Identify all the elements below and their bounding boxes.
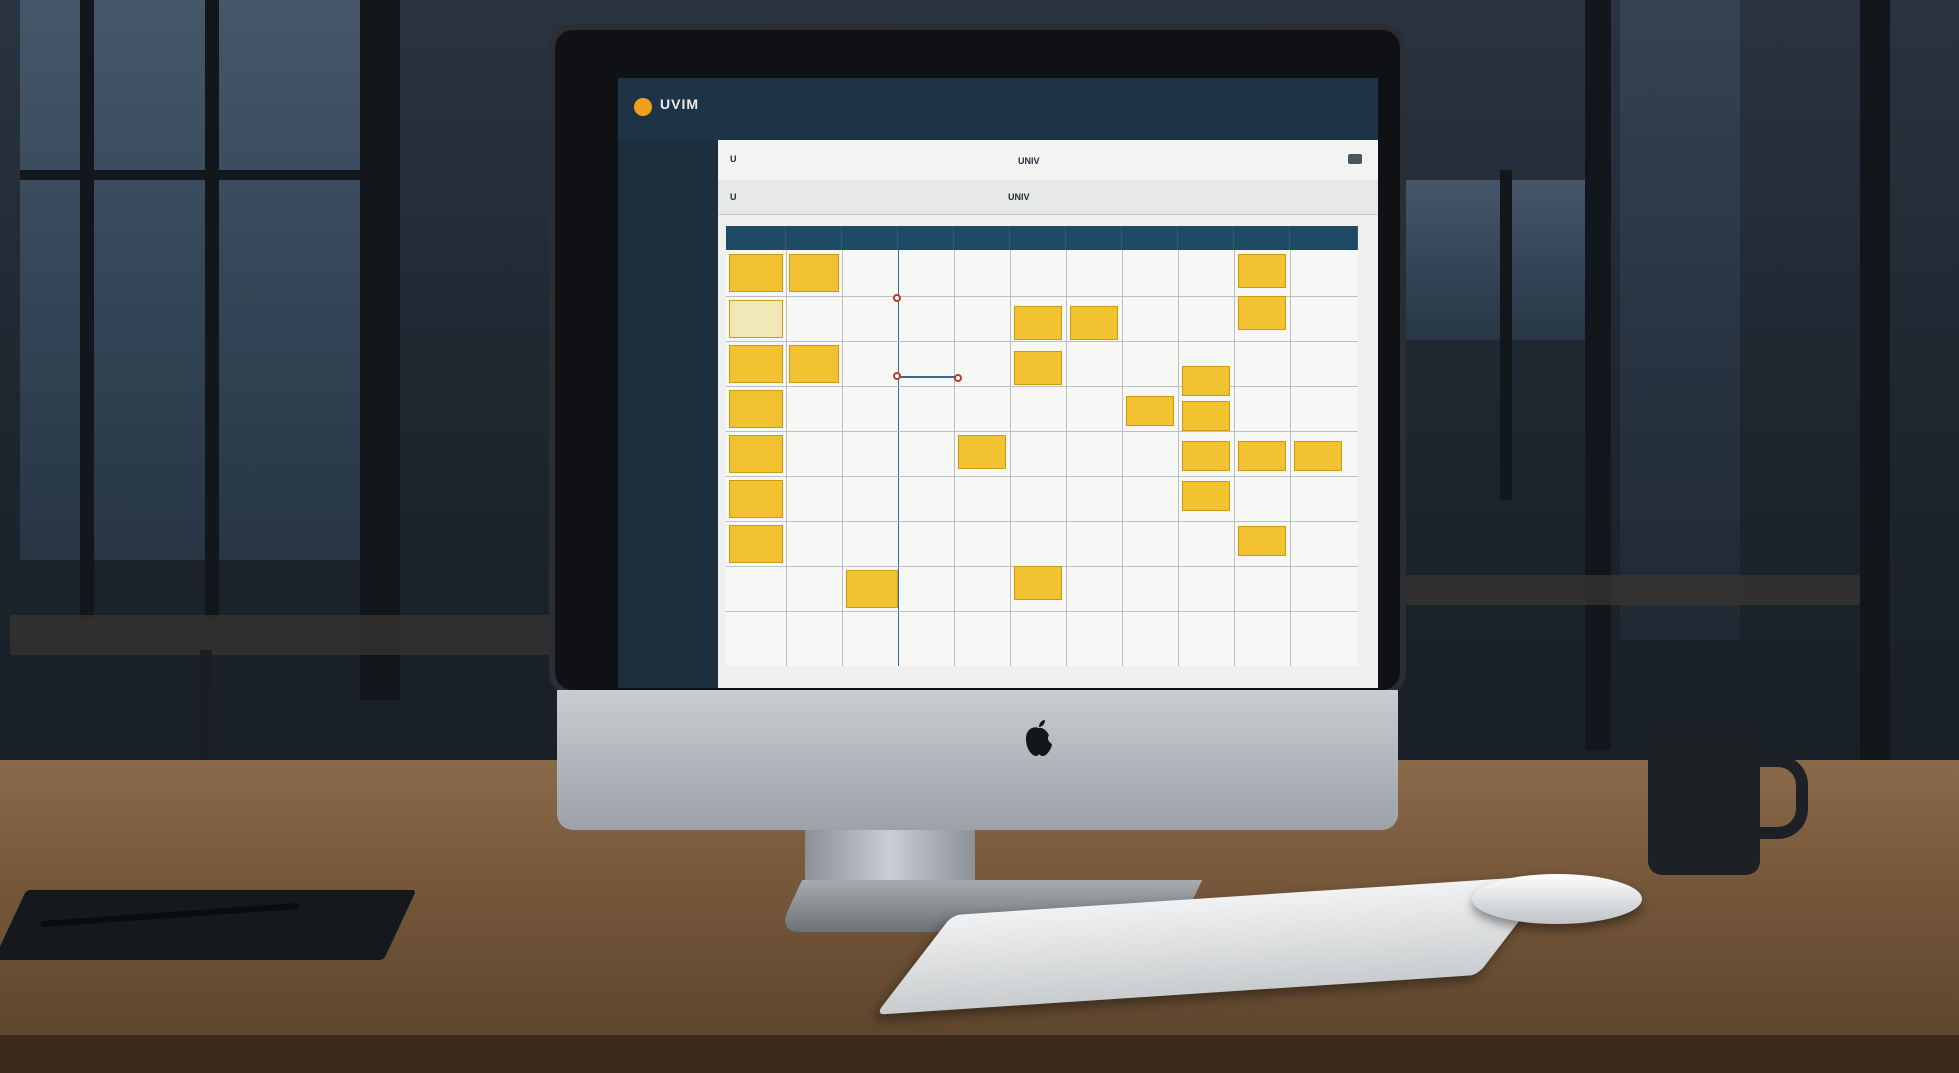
coffee-mug xyxy=(1648,730,1760,875)
day-header xyxy=(1178,226,1234,250)
background-window xyxy=(1395,180,1585,340)
event-card[interactable] xyxy=(1014,351,1062,385)
event-card[interactable] xyxy=(1294,441,1342,471)
dependency-handle[interactable] xyxy=(893,372,901,380)
event-card[interactable] xyxy=(1238,441,1286,471)
event-card[interactable] xyxy=(846,570,898,608)
app-header: UVIM xyxy=(618,78,1378,140)
dependency-line xyxy=(898,376,958,378)
toolbar: U UNIV xyxy=(718,140,1378,181)
event-card[interactable] xyxy=(729,300,783,338)
event-card[interactable] xyxy=(1238,526,1286,556)
grid-line xyxy=(1290,250,1291,666)
monitor-screen: UVIM U UNIV U UNIV xyxy=(618,78,1378,688)
desk-edge xyxy=(0,1035,1959,1073)
day-header xyxy=(954,226,1010,250)
background-window xyxy=(1620,0,1740,640)
grid-line xyxy=(726,386,1358,387)
window-frame xyxy=(1500,170,1512,500)
grid-line xyxy=(898,250,899,666)
grid-line xyxy=(954,250,955,666)
event-card[interactable] xyxy=(1126,396,1174,426)
event-card[interactable] xyxy=(789,345,839,383)
grid-line xyxy=(726,611,1358,612)
event-card[interactable] xyxy=(1182,441,1230,471)
event-card[interactable] xyxy=(958,435,1006,469)
event-card[interactable] xyxy=(729,435,783,473)
dependency-handle[interactable] xyxy=(954,374,962,382)
event-card[interactable] xyxy=(729,525,783,563)
event-card[interactable] xyxy=(729,345,783,383)
window-frame xyxy=(360,0,400,700)
day-header xyxy=(726,226,786,250)
grid-line xyxy=(1122,250,1123,666)
calendar-grid xyxy=(726,226,1358,666)
event-card[interactable] xyxy=(1182,401,1230,431)
grid-line xyxy=(842,250,843,666)
event-card[interactable] xyxy=(1014,566,1062,600)
grid-line xyxy=(726,431,1358,432)
day-header xyxy=(842,226,898,250)
event-card[interactable] xyxy=(789,254,839,292)
event-card[interactable] xyxy=(1182,481,1230,511)
monitor-chin xyxy=(557,690,1398,830)
grid-line xyxy=(1178,250,1179,666)
grid-line xyxy=(1234,250,1235,666)
window-frame xyxy=(80,0,94,620)
background-window xyxy=(20,0,360,560)
grid-line xyxy=(726,341,1358,342)
day-header xyxy=(1290,226,1358,250)
window-frame xyxy=(1585,0,1611,750)
event-card[interactable] xyxy=(1014,306,1062,340)
calendar-header-bar: U UNIV xyxy=(718,180,1378,215)
window-control-icon[interactable] xyxy=(1348,154,1362,164)
event-card[interactable] xyxy=(1238,296,1286,330)
grid-line xyxy=(726,476,1358,477)
background-desk xyxy=(1400,575,1860,605)
office-scene: UVIM U UNIV U UNIV xyxy=(0,0,1959,1073)
day-header xyxy=(1122,226,1178,250)
grid-line xyxy=(786,250,787,666)
dependency-handle[interactable] xyxy=(893,294,901,302)
event-card[interactable] xyxy=(729,480,783,518)
day-header xyxy=(898,226,954,250)
mouse xyxy=(1472,874,1642,924)
day-header xyxy=(1234,226,1290,250)
window-frame xyxy=(205,0,219,620)
event-card[interactable] xyxy=(729,390,783,428)
day-header xyxy=(1066,226,1122,250)
day-header xyxy=(786,226,842,250)
event-card[interactable] xyxy=(1070,306,1118,340)
calendar-subtitle-left: U xyxy=(730,192,737,202)
app-logo-icon xyxy=(634,98,652,116)
background-desk xyxy=(10,615,550,655)
event-card[interactable] xyxy=(1182,366,1230,396)
sidebar xyxy=(618,140,718,688)
window-frame xyxy=(20,170,360,180)
toolbar-left-label: U xyxy=(730,154,737,164)
apple-logo-icon xyxy=(1026,720,1052,756)
grid-line xyxy=(1066,250,1067,666)
event-card[interactable] xyxy=(729,254,783,292)
event-card[interactable] xyxy=(1238,254,1286,288)
calendar-subtitle-center: UNIV xyxy=(1008,192,1030,202)
grid-line xyxy=(1010,250,1011,666)
toolbar-center-label: UNIV xyxy=(1018,156,1040,166)
day-header xyxy=(1010,226,1066,250)
app-title: UVIM xyxy=(660,96,699,112)
window-frame xyxy=(1860,0,1890,760)
grid-line xyxy=(726,521,1358,522)
